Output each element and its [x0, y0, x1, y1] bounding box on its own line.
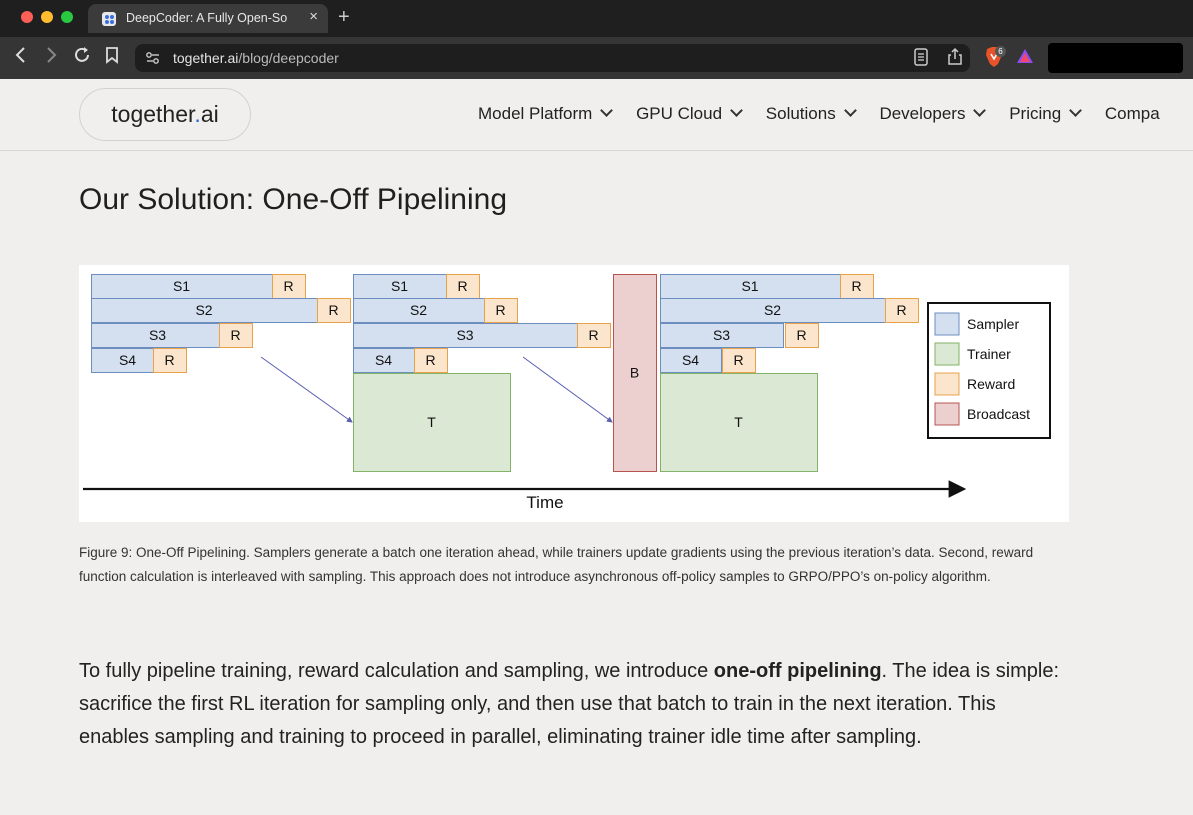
nav-company[interactable]: Compa — [1105, 104, 1160, 123]
reward-box-2-4-label: R — [425, 352, 435, 368]
sampler-bar-1-1-label: S1 — [173, 278, 190, 294]
pipeline-diagram: S1 RS2 RS3 RS4 RS1 RS2 RS3 RS4 RS1 RS2 RS3 RS4 RT TBT… — [83, 274, 1051, 512]
address-bar[interactable]: together.ai/blog/deepcoder — [135, 44, 970, 72]
time-axis-label: Time — [526, 493, 563, 512]
browser-tab-bar: DeepCoder: A Fully Open-So × + — [0, 0, 1193, 37]
logo-suffix: ai — [200, 101, 219, 127]
sampler-bar-1-2-label: S2 — [195, 302, 212, 318]
url-text: together.ai/blog/deepcoder — [173, 50, 339, 66]
nav-label: Developers — [879, 104, 966, 123]
legend-swatch-1 — [934, 312, 960, 336]
legend-swatch-4 — [934, 402, 960, 426]
zoom-window-button[interactable] — [61, 11, 73, 23]
url-path: /blog/deepcoder — [238, 50, 339, 66]
reward-box-1-4-label: R — [164, 352, 174, 368]
main-nav: Model Platform GPU Cloud Solutions Devel… — [478, 104, 1180, 124]
chevron-down-icon — [1069, 104, 1083, 117]
legend-label-2: Trainer — [967, 346, 1011, 362]
minimize-window-button[interactable] — [41, 11, 53, 23]
chevron-down-icon — [730, 104, 743, 117]
reader-mode-icon[interactable] — [913, 48, 929, 71]
para-bold-term: one-off pipelining — [713, 660, 882, 682]
legend-label-4: Broadcast — [967, 406, 1030, 422]
site-settings-icon[interactable] — [145, 50, 161, 71]
sampler-bar-1-4-label: S4 — [119, 352, 136, 368]
sampler-bar-2-4-label: S4 — [375, 352, 392, 368]
reward-box-2-1-label: R — [457, 278, 467, 294]
sampler-bar-1-3-label: S3 — [149, 327, 166, 343]
trainer-box-2-label: T — [734, 414, 743, 430]
logo-main: together — [111, 101, 195, 127]
chevron-down-icon — [600, 104, 614, 117]
chevron-down-icon — [843, 104, 857, 117]
reward-box-3-3-label: R — [796, 327, 806, 343]
chevron-down-icon — [973, 104, 987, 117]
bookmark-icon[interactable] — [104, 45, 120, 70]
legend-swatch-2 — [934, 342, 960, 366]
legend-label-3: Reward — [967, 376, 1015, 392]
nav-solutions[interactable]: Solutions — [765, 104, 857, 123]
tab-close-icon[interactable]: × — [309, 8, 318, 25]
reward-box-1-3-label: R — [230, 327, 240, 343]
reload-icon[interactable] — [72, 45, 92, 70]
redacted-area — [1048, 43, 1183, 73]
site-header: together.ai Model Platform GPU Cloud Sol… — [0, 79, 1193, 151]
legend-label-1: Sampler — [967, 316, 1019, 332]
figure-caption: Figure 9: One-Off Pipelining. Samplers g… — [79, 545, 1034, 584]
forward-icon[interactable] — [44, 45, 58, 70]
legend-swatch-3 — [934, 372, 960, 396]
nav-label: Pricing — [1009, 104, 1062, 123]
reward-box-2-2-label: R — [495, 302, 505, 318]
url-domain: together.ai — [173, 50, 239, 66]
nav-model-platform[interactable]: Model Platform — [478, 104, 614, 123]
nav-developers[interactable]: Developers — [879, 104, 987, 123]
share-icon[interactable] — [947, 47, 963, 71]
nav-pricing[interactable]: Pricing — [1009, 104, 1083, 123]
new-tab-button[interactable]: + — [338, 6, 350, 29]
brave-rewards-icon[interactable] — [1016, 48, 1034, 69]
reward-box-3-4-label: R — [733, 352, 743, 368]
reward-box-1-2-label: R — [328, 302, 338, 318]
sampler-bar-2-1-label: S1 — [391, 278, 408, 294]
back-icon[interactable] — [14, 45, 28, 70]
favicon-icon — [102, 12, 116, 26]
broadcast-box-label: B — [630, 365, 639, 381]
browser-tab[interactable]: DeepCoder: A Fully Open-So × — [88, 4, 328, 33]
browser-toolbar: together.ai/blog/deepcoder 6 — [0, 37, 1193, 79]
sampler-bar-3-3-label: S3 — [713, 327, 730, 343]
nav-label: Compa — [1104, 104, 1160, 123]
logo-text: together.ai — [80, 101, 250, 128]
sampler-bar-2-2-label: S2 — [410, 302, 427, 318]
sampler-bar-3-2-label: S2 — [764, 302, 781, 318]
section-heading: Our Solution: One-Off Pipelining — [79, 183, 508, 216]
nav-gpu-cloud[interactable]: GPU Cloud — [636, 104, 743, 123]
reward-box-3-2-label: R — [896, 302, 906, 318]
tab-title: DeepCoder: A Fully Open-So — [126, 11, 288, 25]
sampler-bar-3-1-label: S1 — [741, 278, 758, 294]
close-window-button[interactable] — [21, 11, 33, 23]
shield-count-badge: 6 — [995, 46, 1006, 57]
pipeline-figure: S1 R S2 R S3 R S4 R S1 R S2 R S3 R S4 R S1 R S2 R S3 R S4 R T T B T… — [79, 265, 1069, 522]
nav-label: Model Platform — [478, 104, 593, 123]
para-text-1: To fully pipeline training, reward calcu… — [79, 660, 714, 682]
nav-label: Solutions — [765, 104, 836, 123]
flow-arrow-2 — [522, 356, 613, 423]
sampler-bar-3-4-label: S4 — [682, 352, 699, 368]
site-logo[interactable]: together.ai — [79, 88, 251, 141]
body-paragraph: To fully pipeline training, reward calcu… — [79, 655, 1069, 754]
flow-arrow-1 — [260, 356, 353, 423]
sampler-bar-2-3-label: S3 — [456, 327, 473, 343]
trainer-box-1-label: T — [427, 414, 436, 430]
reward-box-2-3-label: R — [588, 327, 598, 343]
reward-box-3-1-label: R — [851, 278, 861, 294]
reward-box-1-1-label: R — [283, 278, 293, 294]
nav-label: GPU Cloud — [636, 104, 723, 123]
